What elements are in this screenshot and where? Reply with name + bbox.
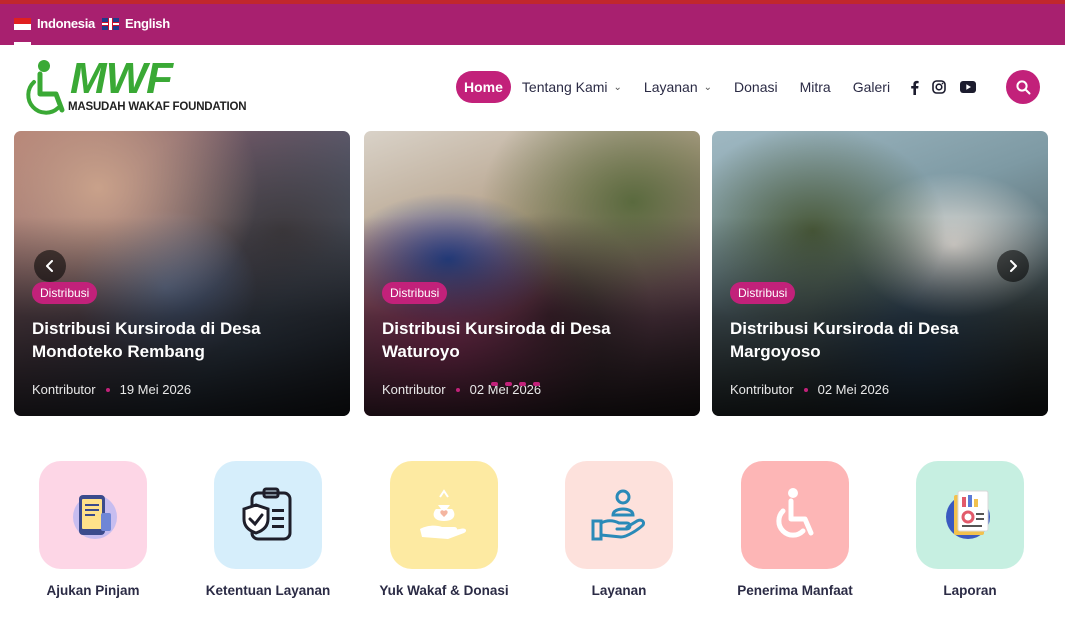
card-title[interactable]: Distribusi Kursiroda di Desa Waturoyo <box>382 317 682 363</box>
main-nav: Home Tentang Kami ⌄ Layanan ⌄ Donasi Mitra… <box>456 71 901 103</box>
service-label[interactable]: Penerima Manfaat <box>705 583 885 598</box>
wheelchair-icon <box>776 488 814 538</box>
nav-mitra[interactable]: Mitra <box>789 71 842 103</box>
service-label[interactable]: Laporan <box>880 583 1060 598</box>
site-logo[interactable]: MWF MASUDAH WAKAF FOUNDATION <box>22 54 247 118</box>
nav-label: Home <box>464 79 503 95</box>
pager-dot[interactable] <box>505 382 512 386</box>
hand-person-icon <box>591 489 645 541</box>
youtube-icon[interactable] <box>959 80 977 94</box>
nav-label: Donasi <box>734 79 778 95</box>
nav-label: Layanan <box>643 79 698 95</box>
chevron-down-icon: ⌄ <box>613 81 622 93</box>
separator-dot <box>105 387 110 392</box>
nav-home[interactable]: Home <box>456 71 511 103</box>
language-indonesia[interactable]: Indonesia <box>14 16 95 31</box>
report-chart-icon <box>946 490 990 539</box>
phone-form-icon <box>73 495 117 539</box>
nav-layanan[interactable]: Layanan ⌄ <box>633 71 723 103</box>
nav-donasi[interactable]: Donasi <box>723 71 789 103</box>
pager-dot[interactable] <box>519 382 526 386</box>
service-ketentuan-layanan[interactable] <box>214 461 322 569</box>
clipboard-shield-icon <box>242 487 292 541</box>
card-overlay <box>14 131 350 416</box>
service-ajukan-pinjam[interactable] <box>39 461 147 569</box>
service-layanan[interactable] <box>565 461 673 569</box>
card-meta: Kontributor 02 Mei 2026 <box>730 382 889 397</box>
news-card[interactable]: Distribusi Distribusi Kursiroda di Desa … <box>712 131 1048 416</box>
pager-dot[interactable] <box>533 382 540 386</box>
facebook-icon[interactable] <box>906 80 922 95</box>
nav-label: Tentang Kami <box>521 79 608 95</box>
service-label[interactable]: Ajukan Pinjam <box>3 583 183 598</box>
language-english[interactable]: English <box>102 16 170 31</box>
slider-prev-button[interactable] <box>34 250 66 282</box>
pager-dot[interactable] <box>491 382 498 386</box>
wheelchair-logo-icon <box>26 60 65 115</box>
separator-dot <box>803 387 808 392</box>
nav-label: Mitra <box>799 79 831 95</box>
instagram-icon[interactable] <box>931 80 947 94</box>
card-title[interactable]: Distribusi Kursiroda di Desa Margoyoso <box>730 317 1030 363</box>
hand-money-bag-icon <box>420 489 467 539</box>
flag-uk-icon <box>102 17 119 30</box>
separator-dot <box>455 387 460 392</box>
category-badge[interactable]: Distribusi <box>32 282 98 304</box>
card-overlay <box>712 131 1048 416</box>
slider-pagination <box>491 382 540 386</box>
nav-tentang-kami[interactable]: Tentang Kami ⌄ <box>511 71 633 103</box>
service-label[interactable]: Layanan <box>529 583 709 598</box>
card-author[interactable]: Kontributor <box>730 382 794 397</box>
service-label[interactable]: Ketentuan Layanan <box>178 583 358 598</box>
card-date: 19 Mei 2026 <box>119 382 192 397</box>
card-author[interactable]: Kontributor <box>382 382 446 397</box>
language-label: Indonesia <box>37 16 95 31</box>
card-title[interactable]: Distribusi Kursiroda di Desa Mondoteko R… <box>32 317 332 363</box>
news-card[interactable]: Distribusi Distribusi Kursiroda di Desa … <box>14 131 350 416</box>
brand-name: MWF <box>70 54 173 103</box>
chevron-down-icon: ⌄ <box>703 81 713 93</box>
active-language-indicator <box>14 42 31 45</box>
nav-label: Galeri <box>852 79 891 95</box>
search-icon <box>1015 79 1030 94</box>
card-date: 02 Mei 2026 <box>817 382 890 397</box>
card-author[interactable]: Kontributor <box>32 382 96 397</box>
category-badge[interactable]: Distribusi <box>730 282 796 304</box>
language-label: English <box>125 16 170 31</box>
top-bar: Indonesia English <box>0 0 1065 45</box>
card-overlay <box>364 131 700 416</box>
card-meta: Kontributor 19 Mei 2026 <box>32 382 191 397</box>
flag-indonesia-icon <box>14 17 31 30</box>
service-laporan[interactable] <box>916 461 1024 569</box>
nav-galeri[interactable]: Galeri <box>842 71 901 103</box>
chevron-right-icon <box>1010 260 1017 272</box>
slider-next-button[interactable] <box>997 250 1029 282</box>
news-card[interactable]: Distribusi Distribusi Kursiroda di Desa … <box>364 131 700 416</box>
service-penerima-manfaat[interactable] <box>741 461 849 569</box>
chevron-left-icon <box>46 260 53 272</box>
service-label[interactable]: Yuk Wakaf & Donasi <box>354 583 534 598</box>
brand-tagline: MASUDAH WAKAF FOUNDATION <box>68 101 247 113</box>
search-button[interactable] <box>1006 70 1040 104</box>
category-badge[interactable]: Distribusi <box>382 282 448 304</box>
service-yuk-wakaf-donasi[interactable] <box>390 461 498 569</box>
